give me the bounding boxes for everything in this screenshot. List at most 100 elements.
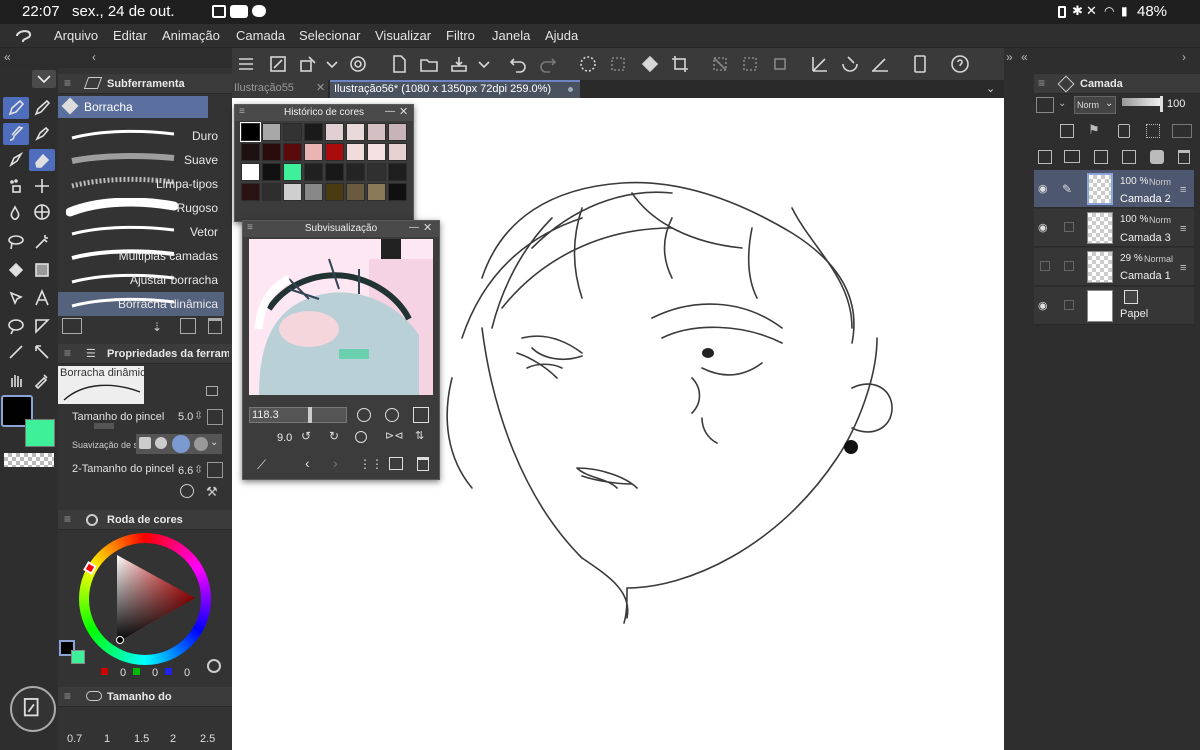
blend-mode-select[interactable]: Norm ⌄ bbox=[1074, 96, 1116, 114]
history-swatch[interactable] bbox=[325, 183, 344, 201]
smooth-option-4[interactable] bbox=[194, 437, 208, 451]
marker-tool-icon[interactable] bbox=[29, 123, 55, 145]
chevron-down-icon[interactable]: ⌄ bbox=[210, 437, 218, 448]
drag-handle-icon[interactable]: ≡ bbox=[1180, 223, 1186, 235]
chevron-down-icon[interactable] bbox=[320, 52, 344, 76]
subtool-group-tab[interactable]: Borracha bbox=[58, 96, 208, 118]
selection-border-icon[interactable] bbox=[768, 52, 792, 76]
history-swatch[interactable] bbox=[367, 163, 386, 181]
chevron-right-icon[interactable]: › bbox=[1182, 50, 1186, 64]
opacity-value[interactable]: 100 bbox=[1167, 98, 1185, 110]
opacity-slider-thumb[interactable] bbox=[1160, 96, 1163, 112]
history-swatch[interactable] bbox=[283, 123, 302, 141]
fit-screen-icon[interactable] bbox=[266, 52, 290, 76]
menu-camada[interactable]: Camada bbox=[236, 28, 285, 43]
smooth-option-3[interactable] bbox=[172, 435, 190, 453]
hand-tool-icon[interactable] bbox=[3, 369, 29, 391]
panel-menu-icon[interactable]: ≡ bbox=[247, 222, 253, 233]
drag-handle-icon[interactable]: ≡ bbox=[1180, 262, 1186, 274]
menu-filtro[interactable]: Filtro bbox=[446, 28, 475, 43]
clear-selection-icon[interactable] bbox=[606, 52, 630, 76]
opacity-slider[interactable] bbox=[1122, 98, 1160, 106]
new-file-icon[interactable] bbox=[387, 52, 411, 76]
history-swatch[interactable] bbox=[262, 143, 281, 161]
layer-row-papel[interactable] bbox=[1034, 287, 1194, 325]
flip-horizontal-icon[interactable]: ⊳⊲ bbox=[385, 429, 403, 442]
history-swatch[interactable] bbox=[367, 143, 386, 161]
panel-menu-icon[interactable]: ≡ bbox=[64, 689, 71, 703]
lasso-tool-icon[interactable] bbox=[3, 231, 29, 253]
ruler-snap-icon[interactable] bbox=[808, 52, 832, 76]
wheel-sub-color[interactable] bbox=[71, 650, 85, 664]
sub-color-swatch[interactable] bbox=[25, 419, 55, 447]
magic-wand-icon[interactable] bbox=[29, 231, 55, 253]
history-swatch[interactable] bbox=[325, 143, 344, 161]
edit-toggle-box[interactable] bbox=[1064, 222, 1074, 232]
panel-menu-icon[interactable]: ≡ bbox=[64, 346, 71, 360]
minimize-icon[interactable]: — bbox=[385, 106, 395, 117]
panel-menu-icon[interactable]: ≡ bbox=[64, 76, 71, 90]
history-swatch[interactable] bbox=[346, 163, 365, 181]
subtool-item-duro[interactable]: Duro bbox=[58, 124, 224, 148]
eye-icon[interactable]: ◉ bbox=[1038, 221, 1048, 234]
chevron-down-icon[interactable] bbox=[472, 52, 496, 76]
grid-snap-icon[interactable] bbox=[868, 52, 892, 76]
edit-toggle-box[interactable] bbox=[1064, 300, 1074, 310]
tool-menu-toggle[interactable] bbox=[32, 70, 56, 88]
menu-animacao[interactable]: Animação bbox=[162, 28, 220, 43]
pen-tool-icon[interactable] bbox=[3, 97, 29, 119]
eyedropper-tool-icon[interactable] bbox=[29, 369, 55, 391]
history-swatch[interactable] bbox=[240, 122, 261, 142]
history-swatch[interactable] bbox=[325, 123, 344, 141]
history-swatch[interactable] bbox=[346, 143, 365, 161]
operation-tool-icon[interactable] bbox=[3, 287, 29, 309]
smoothing-selector[interactable]: ⌄ bbox=[136, 434, 222, 454]
history-swatch[interactable] bbox=[262, 123, 281, 141]
rotate-canvas-icon[interactable] bbox=[10, 686, 56, 732]
special-ruler-icon[interactable] bbox=[838, 52, 862, 76]
brush-size-slider[interactable] bbox=[94, 423, 114, 429]
image-grid-icon[interactable]: ⋮⋮ bbox=[359, 457, 383, 471]
import-image-icon[interactable] bbox=[389, 457, 403, 470]
history-swatch[interactable] bbox=[367, 183, 386, 201]
rotate-right-icon[interactable]: ↻ bbox=[329, 429, 339, 443]
crop-icon[interactable] bbox=[668, 52, 692, 76]
color-picker-marker[interactable] bbox=[116, 636, 124, 644]
text-tool-icon[interactable] bbox=[29, 287, 55, 309]
collapse-subtool-icon[interactable]: ‹ bbox=[92, 50, 96, 64]
smooth-option-2[interactable] bbox=[155, 437, 167, 449]
close-icon[interactable]: ✕ bbox=[423, 221, 432, 234]
history-swatch[interactable] bbox=[388, 143, 407, 161]
history-swatch[interactable] bbox=[346, 183, 365, 201]
subtool-item-vetor[interactable]: Vetor bbox=[58, 220, 224, 244]
history-swatch[interactable] bbox=[304, 183, 323, 201]
delete-image-icon[interactable] bbox=[417, 457, 429, 471]
history-swatch[interactable] bbox=[262, 163, 281, 181]
grid-tool-icon[interactable] bbox=[29, 201, 55, 223]
history-swatch[interactable] bbox=[388, 123, 407, 141]
ruler-tool-icon[interactable] bbox=[29, 341, 55, 363]
deselect-icon[interactable] bbox=[708, 52, 732, 76]
panel-menu-icon[interactable]: ≡ bbox=[64, 512, 71, 526]
history-swatch[interactable] bbox=[304, 163, 323, 181]
panel-menu-icon[interactable]: ≡ bbox=[239, 106, 245, 117]
fit-view-icon[interactable] bbox=[413, 407, 429, 423]
menu-ajuda[interactable]: Ajuda bbox=[545, 28, 578, 43]
subtool-item-multiplas-camadas[interactable]: Múltiplas camadas bbox=[58, 244, 224, 268]
tab-ilustracao56[interactable]: Ilustração56* (1080 x 1350px 72dpi 259.0… bbox=[330, 80, 580, 98]
open-folder-icon[interactable] bbox=[417, 52, 441, 76]
close-tab-icon[interactable]: ✕ bbox=[316, 81, 325, 94]
subtool-item-rugoso[interactable]: Rugoso bbox=[58, 196, 224, 220]
subtool-item-suave[interactable]: Suave bbox=[58, 148, 224, 172]
next-image-icon[interactable]: › bbox=[333, 455, 338, 471]
tab-ilustracao55[interactable]: Ilustração55 ✕ bbox=[232, 80, 328, 98]
flip-vertical-icon[interactable]: ⇅ bbox=[415, 429, 424, 442]
history-swatch[interactable] bbox=[283, 183, 302, 201]
saturation-triangle[interactable] bbox=[113, 555, 197, 645]
eye-icon[interactable]: ◉ bbox=[1038, 299, 1048, 312]
brush-size-preset[interactable]: 2 bbox=[170, 733, 176, 745]
layer-option-icon[interactable] bbox=[1172, 124, 1192, 138]
menu-editar[interactable]: Editar bbox=[113, 28, 147, 43]
menu-janela[interactable]: Janela bbox=[492, 28, 530, 43]
layer-color-icon[interactable] bbox=[1036, 97, 1054, 113]
